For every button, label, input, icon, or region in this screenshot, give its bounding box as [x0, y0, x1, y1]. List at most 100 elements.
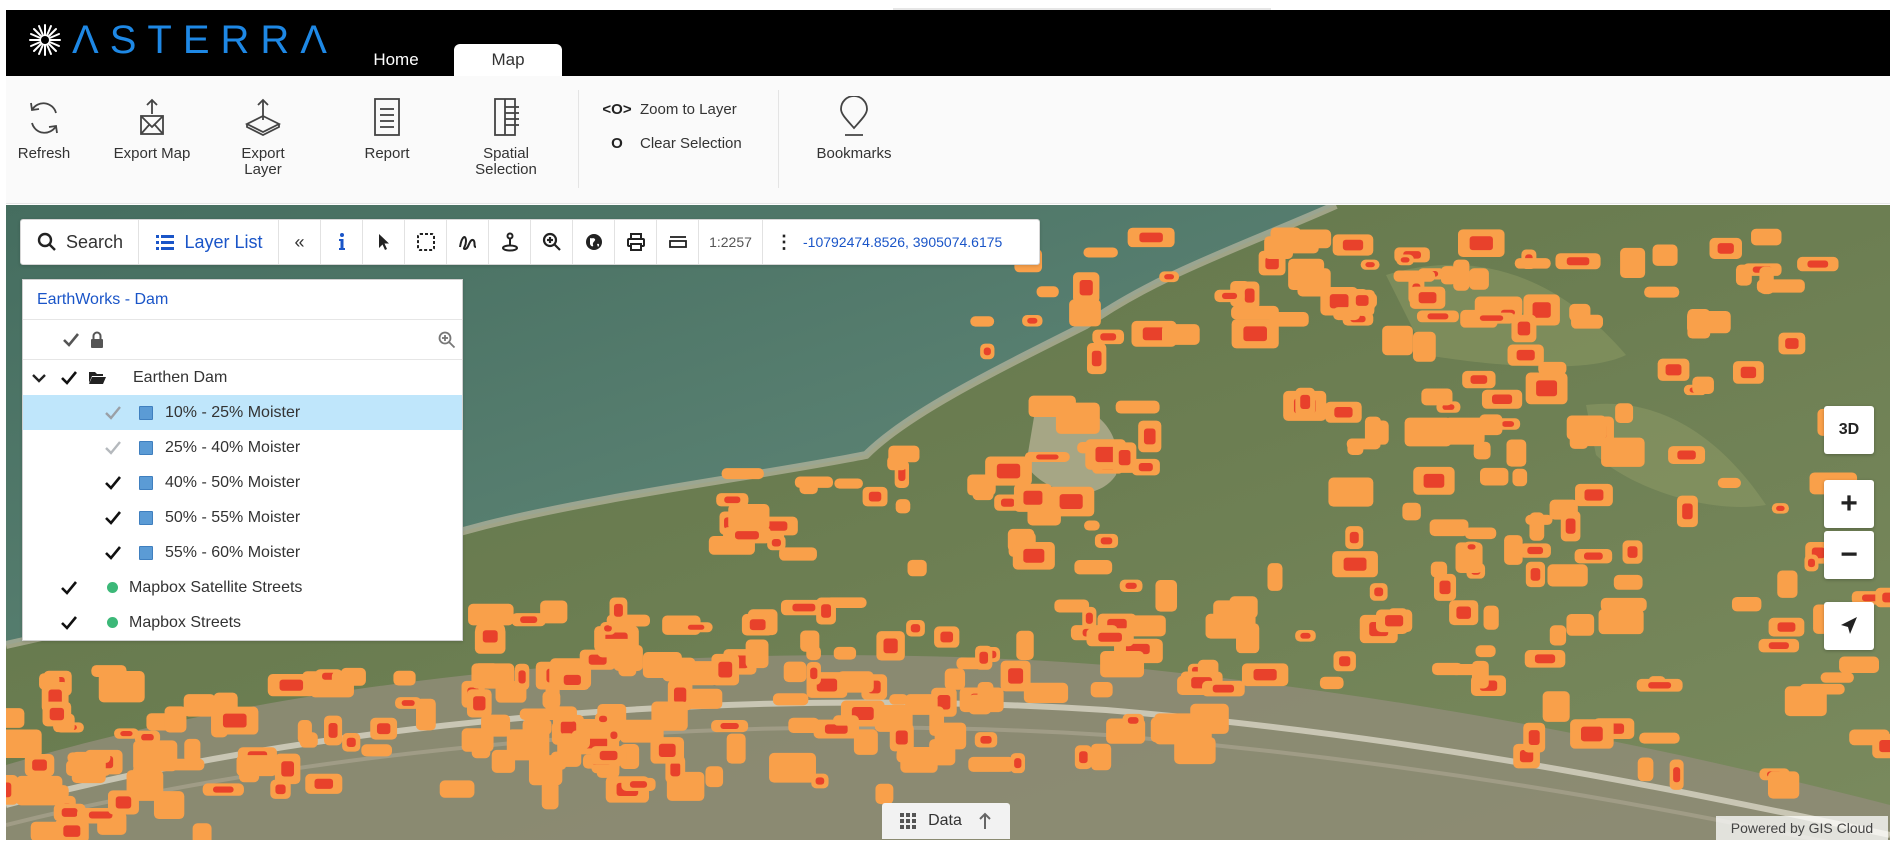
- zoom-to-layer-button[interactable]: <O> Zoom to Layer: [600, 101, 736, 118]
- visible-check-icon[interactable]: [103, 403, 123, 423]
- search-icon: [37, 232, 56, 251]
- moisture-blob-high: [983, 347, 991, 356]
- moisture-blob-high: [1528, 730, 1540, 746]
- moisture-blob-high: [1036, 454, 1059, 460]
- moisture-blob-high: [222, 713, 247, 728]
- export-layer-label-line1: Export: [241, 145, 285, 162]
- moisture-blob-high: [1300, 394, 1311, 409]
- zoom-out-button[interactable]: −: [1824, 531, 1874, 579]
- layer-link[interactable]: Dam: [135, 291, 169, 309]
- moisture-blob-high: [1665, 364, 1682, 376]
- moisture-blob: [1404, 417, 1452, 447]
- visible-check-icon[interactable]: [59, 368, 79, 388]
- export-map-button[interactable]: Export Map: [106, 96, 198, 162]
- moisture-blob-high: [1776, 505, 1785, 511]
- coordinates-value: -10792474.8526, 3905074.6175: [803, 234, 1003, 250]
- layer-row-moisture-10-25[interactable]: 10% - 25% Moister: [23, 395, 462, 430]
- zoom-to-layers-icon[interactable]: [437, 330, 457, 350]
- moisture-blob-high: [1059, 494, 1083, 509]
- moisture-blob: [542, 691, 561, 709]
- refresh-button[interactable]: Refresh: [18, 96, 70, 162]
- moisture-blob: [887, 455, 907, 471]
- moisture-blob: [944, 668, 966, 690]
- moisture-blob: [895, 499, 911, 514]
- box-select-button[interactable]: [405, 220, 447, 264]
- tab-home[interactable]: Home: [356, 44, 436, 76]
- more-vertical-icon: ⋮: [775, 231, 793, 252]
- moisture-blob: [486, 668, 506, 689]
- moisture-blob: [1839, 656, 1880, 673]
- collapse-button[interactable]: «: [279, 220, 321, 264]
- info-button[interactable]: [321, 220, 363, 264]
- moisture-blob-high: [376, 723, 391, 735]
- bookmarks-button[interactable]: Bookmarks: [806, 96, 902, 162]
- visible-check-icon[interactable]: [103, 543, 123, 563]
- locate-me-button[interactable]: [1824, 602, 1874, 650]
- layer-row-moisture-50-55[interactable]: 50% - 55% Moister: [23, 500, 462, 535]
- moisture-blob-high: [520, 616, 538, 623]
- zoom-in-button[interactable]: +: [1824, 480, 1874, 528]
- search-button[interactable]: Search: [21, 220, 139, 264]
- basemap-row-satellite-streets[interactable]: Mapbox Satellite Streets: [23, 570, 462, 605]
- clear-selection-label: Clear Selection: [640, 135, 742, 152]
- moisture-blob-high: [1079, 751, 1088, 764]
- layer-list-button[interactable]: Layer List: [139, 220, 279, 264]
- layer-list-panel: EarthWorks - Dam Earthen Dam 10% - 25% M…: [22, 279, 463, 641]
- moisture-blob: [833, 646, 857, 660]
- lock-icon[interactable]: [87, 330, 107, 350]
- visible-check-icon[interactable]: [103, 473, 123, 493]
- layer-row-moisture-40-50[interactable]: 40% - 50% Moister: [23, 465, 462, 500]
- chevron-down-icon[interactable]: [29, 368, 49, 388]
- globe-button[interactable]: [573, 220, 615, 264]
- moisture-blob-high: [1374, 587, 1384, 597]
- zoom-tool-button[interactable]: [531, 220, 573, 264]
- moisture-blob-high: [815, 777, 825, 785]
- layer-row-moisture-25-40[interactable]: 25% - 40% Moister: [23, 430, 462, 465]
- moisture-blob-high: [212, 786, 234, 793]
- moisture-blob-high: [610, 731, 618, 739]
- 3d-toggle-button[interactable]: 3D: [1824, 406, 1874, 454]
- moisture-blob: [705, 766, 724, 788]
- clear-selection-button[interactable]: O Clear Selection: [600, 135, 742, 152]
- moisture-blob-high: [1300, 632, 1311, 639]
- scale-bar-button[interactable]: [657, 220, 699, 264]
- project-link[interactable]: EarthWorks: [37, 291, 120, 309]
- toggle-all-visibility-icon[interactable]: [61, 330, 81, 350]
- visible-check-icon[interactable]: [59, 613, 79, 633]
- moisture-blob: [1613, 574, 1643, 590]
- moisture-blob: [1277, 232, 1319, 254]
- moisture-blob-high: [1008, 668, 1024, 684]
- report-button[interactable]: Report: [352, 96, 422, 162]
- folder-open-icon: [87, 367, 107, 387]
- moisture-blob-high: [980, 735, 992, 744]
- layer-row-moisture-55-60[interactable]: 55% - 60% Moister: [23, 535, 462, 570]
- moisture-blob-high: [771, 539, 781, 547]
- moisture-blob-high: [1785, 338, 1799, 349]
- pointer-button[interactable]: [363, 220, 405, 264]
- moisture-blob: [1288, 258, 1325, 291]
- spatial-selection-button[interactable]: Spatial Selection: [464, 96, 548, 178]
- moisture-blob-high: [1469, 236, 1493, 251]
- export-map-icon: [140, 98, 164, 135]
- moisture-blob-high: [1139, 232, 1163, 243]
- refresh-icon: [30, 102, 58, 134]
- export-layer-button[interactable]: Export Layer: [228, 96, 298, 178]
- app-window: ΛSTERRΛ Home Map Refresh Export Map Expo…: [0, 0, 1896, 848]
- freehand-draw-button[interactable]: [447, 220, 489, 264]
- moisture-blob: [361, 744, 393, 757]
- visible-check-icon[interactable]: [59, 578, 79, 598]
- moisture-blob-high: [275, 784, 286, 795]
- coordinates-readout[interactable]: ⋮ -10792474.8526, 3905074.6175: [763, 220, 1003, 264]
- measure-button[interactable]: [489, 220, 531, 264]
- print-button[interactable]: [615, 220, 657, 264]
- tab-map[interactable]: Map: [454, 44, 562, 76]
- basemap-row-streets[interactable]: Mapbox Streets: [23, 605, 462, 640]
- moisture-blob: [1687, 310, 1731, 334]
- map-toolbar: Search Layer List « 1:2257 ⋮ -10792474.8…: [20, 219, 1040, 265]
- moisture-blob: [133, 740, 178, 772]
- layer-group-earthen-dam[interactable]: Earthen Dam: [23, 360, 462, 395]
- data-panel-toggle[interactable]: Data: [882, 803, 1010, 839]
- visible-check-icon[interactable]: [103, 438, 123, 458]
- visible-check-icon[interactable]: [103, 508, 123, 528]
- moisture-blob-high: [1534, 654, 1556, 664]
